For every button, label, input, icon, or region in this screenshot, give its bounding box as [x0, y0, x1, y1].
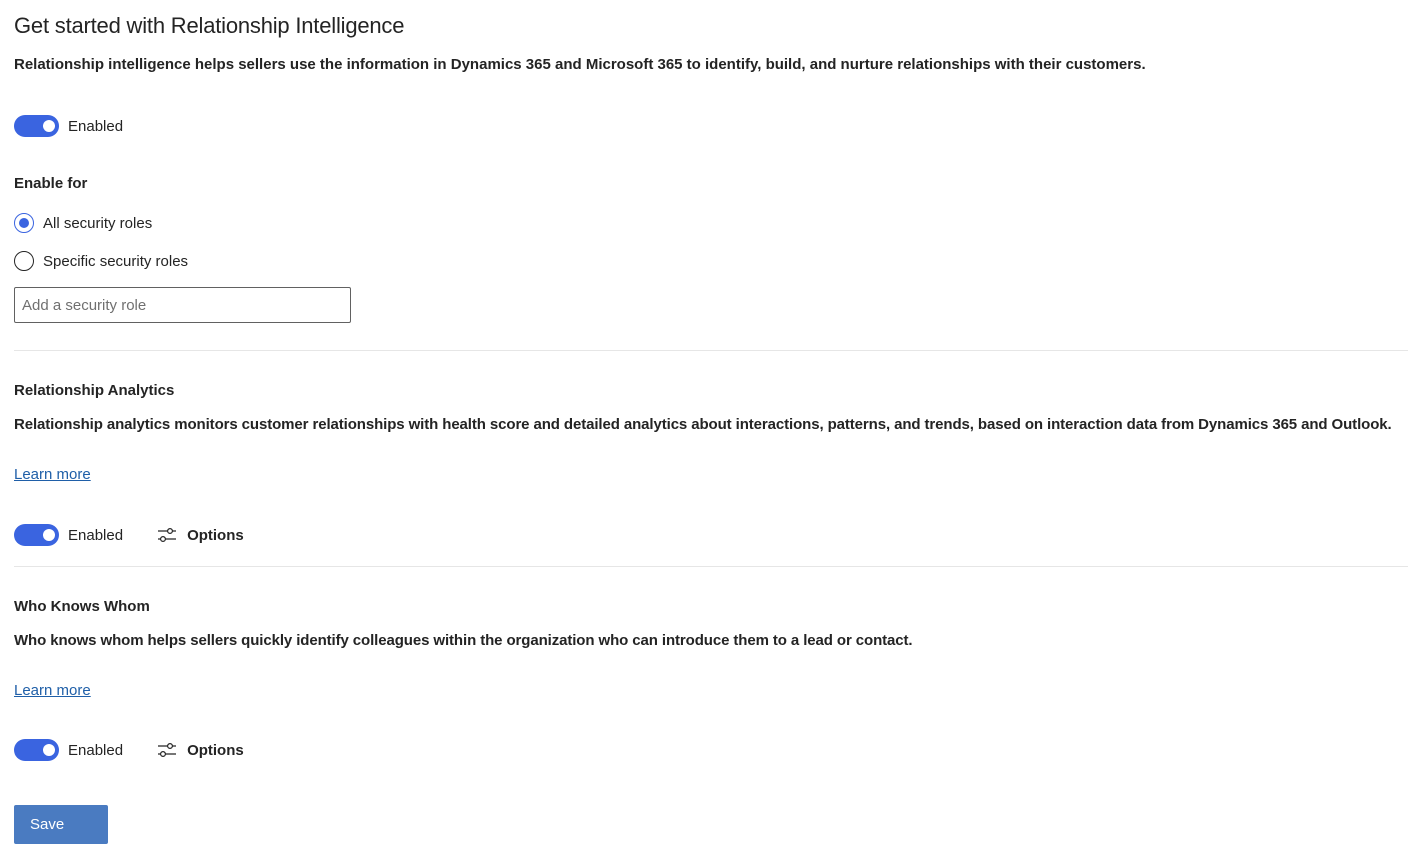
- toggle-knob: [43, 529, 55, 541]
- relationship-analytics-toggle-row: Enabled Options: [14, 523, 244, 547]
- toggle-knob: [43, 120, 55, 132]
- relationship-analytics-options-button[interactable]: Options: [157, 526, 244, 544]
- radio-label-all-roles: All security roles: [43, 214, 153, 232]
- who-knows-whom-description: Who knows whom helps sellers quickly ide…: [14, 632, 913, 649]
- relationship-analytics-toggle[interactable]: [14, 524, 59, 546]
- who-knows-whom-options-label: Options: [187, 741, 244, 759]
- sliders-icon: [158, 527, 177, 543]
- page-title: Get started with Relationship Intelligen…: [14, 13, 405, 38]
- relationship-analytics-learn-more-link[interactable]: Learn more: [14, 466, 91, 483]
- page-description: Relationship intelligence helps sellers …: [14, 56, 1146, 73]
- enable-for-label: Enable for: [14, 175, 88, 192]
- radio-button-all-roles[interactable]: [14, 213, 34, 233]
- who-knows-whom-title: Who Knows Whom: [14, 598, 150, 615]
- relationship-analytics-title: Relationship Analytics: [14, 382, 175, 399]
- main-toggle-row: Enabled: [14, 114, 123, 138]
- sliders-icon: [158, 742, 177, 758]
- who-knows-whom-toggle[interactable]: [14, 739, 59, 761]
- main-toggle-label: Enabled: [68, 117, 124, 135]
- section-divider: [14, 350, 1408, 351]
- radio-all-security-roles[interactable]: All security roles: [14, 211, 152, 235]
- toggle-knob: [43, 744, 55, 756]
- relationship-analytics-description: Relationship analytics monitors customer…: [14, 416, 1392, 433]
- section-divider: [14, 566, 1408, 567]
- save-button[interactable]: Save: [14, 805, 108, 844]
- security-role-input[interactable]: [14, 287, 351, 323]
- main-enabled-toggle[interactable]: [14, 115, 59, 137]
- radio-button-specific-roles[interactable]: [14, 251, 34, 271]
- who-knows-whom-toggle-label: Enabled: [68, 741, 124, 759]
- who-knows-whom-options-button[interactable]: Options: [157, 741, 244, 759]
- who-knows-whom-toggle-row: Enabled Options: [14, 738, 244, 762]
- who-knows-whom-learn-more-link[interactable]: Learn more: [14, 682, 91, 699]
- radio-specific-security-roles[interactable]: Specific security roles: [14, 249, 188, 273]
- relationship-analytics-options-label: Options: [187, 526, 244, 544]
- relationship-analytics-toggle-label: Enabled: [68, 526, 124, 544]
- radio-label-specific-roles: Specific security roles: [43, 252, 189, 270]
